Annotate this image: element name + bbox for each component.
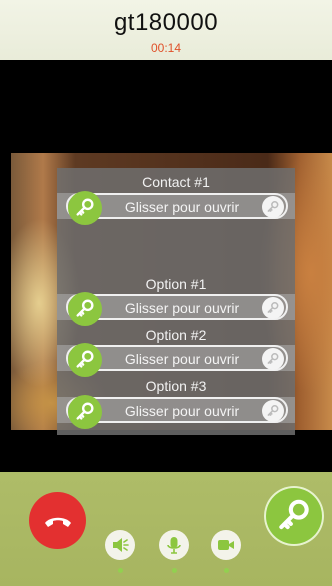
speaker-button[interactable] xyxy=(105,530,135,560)
door-slider-row: Glisser pour ouvrir xyxy=(57,343,295,377)
door-title-option-3: Option #3 xyxy=(145,378,207,394)
key-target-icon xyxy=(262,348,284,370)
key-target-icon xyxy=(262,400,284,422)
slide-to-open-slider-option-3[interactable]: Glisser pour ouvrir xyxy=(66,395,288,429)
key-icon[interactable] xyxy=(68,292,102,326)
open-door-key-button[interactable] xyxy=(264,486,324,546)
slider-label: Glisser pour ouvrir xyxy=(124,300,240,316)
door-title-option-2: Option #2 xyxy=(145,327,207,343)
slider-label: Glisser pour ouvrir xyxy=(124,199,240,215)
video-camera-icon xyxy=(218,540,234,550)
door-title-option-1: Option #1 xyxy=(145,276,207,292)
slide-to-open-slider-option-2[interactable]: Glisser pour ouvrir xyxy=(66,343,288,377)
slide-to-open-slider-option-1[interactable]: Glisser pour ouvrir xyxy=(66,292,288,326)
key-icon[interactable] xyxy=(68,395,102,429)
key-target-icon xyxy=(262,196,284,218)
key-icon[interactable] xyxy=(68,191,102,225)
speaker-indicator xyxy=(118,568,123,573)
call-timer: 00:14 xyxy=(150,41,182,55)
key-icon[interactable] xyxy=(68,343,102,377)
call-screen: gt180000 00:14 Contact #1 Glisser pour o… xyxy=(0,0,332,586)
key-target-icon xyxy=(262,297,284,319)
call-controls-bar xyxy=(0,472,332,586)
camera-button[interactable] xyxy=(211,530,241,560)
door-slider-row: Glisser pour ouvrir xyxy=(57,292,295,326)
slider-label: Glisser pour ouvrir xyxy=(124,403,240,419)
key-icon xyxy=(279,499,309,530)
door-slider-row: Glisser pour ouvrir xyxy=(57,395,295,429)
caller-name: gt180000 xyxy=(113,9,219,36)
door-open-panel: Contact #1 Glisser pour ouvrir Option #1… xyxy=(57,168,295,435)
door-slider-row: Glisser pour ouvrir xyxy=(57,191,295,225)
phone-hangup-icon xyxy=(44,517,71,527)
slider-label: Glisser pour ouvrir xyxy=(124,351,240,367)
microphone-icon xyxy=(167,537,181,554)
microphone-indicator xyxy=(172,568,177,573)
call-header: gt180000 00:14 xyxy=(0,0,332,60)
camera-indicator xyxy=(224,568,229,573)
slide-to-open-slider-contact-1[interactable]: Glisser pour ouvrir xyxy=(66,191,288,225)
microphone-button[interactable] xyxy=(159,530,189,560)
hangup-button[interactable] xyxy=(29,492,86,549)
speaker-icon xyxy=(113,538,129,552)
door-title-contact-1: Contact #1 xyxy=(142,174,210,190)
